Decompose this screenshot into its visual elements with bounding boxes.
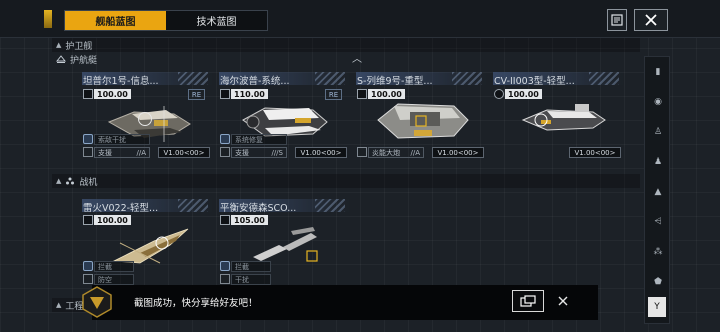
cost-icon bbox=[220, 215, 230, 225]
rank-label: //A bbox=[410, 148, 420, 157]
role-label: 支援 bbox=[98, 148, 112, 157]
collapse-triangle-icon: ▲ bbox=[56, 41, 62, 49]
card-title-stripe bbox=[178, 72, 208, 85]
skill-label: 拦截 bbox=[94, 261, 134, 272]
collapse-triangle-icon: ▲ bbox=[56, 177, 62, 185]
role-info: 支援 ///S bbox=[231, 147, 287, 158]
ship-card[interactable]: 平衡安德森SCO... 105.00 拦截 干扰 bbox=[219, 199, 350, 285]
tab-ship-blueprint[interactable]: 舰船蓝图 bbox=[65, 11, 166, 30]
rank-label: //A bbox=[136, 148, 146, 157]
toast-close-button[interactable] bbox=[554, 290, 572, 312]
ship-image bbox=[377, 103, 469, 139]
ship-name: 平衡安德森SCO... bbox=[220, 203, 297, 214]
skill-icon bbox=[220, 134, 230, 144]
role-icon bbox=[357, 147, 367, 157]
card-title-stripe bbox=[589, 72, 619, 85]
cost-icon bbox=[494, 89, 504, 99]
top-bar: 舰船蓝图 技术蓝图 bbox=[0, 0, 720, 38]
ship-name: 海尔波普-系统... bbox=[220, 76, 290, 87]
skill-label: 拦截 bbox=[231, 261, 271, 272]
close-x-icon bbox=[558, 296, 568, 306]
role-icon bbox=[220, 274, 230, 284]
role-label: 防空 bbox=[94, 274, 134, 285]
role-icon bbox=[83, 274, 93, 284]
section-fighter-label: 战机 bbox=[79, 177, 98, 188]
close-x-icon bbox=[645, 14, 657, 26]
subsection-escort-label: 护航艇 bbox=[70, 55, 98, 66]
sidebar-class-8-icon[interactable]: ⬟ bbox=[648, 271, 668, 293]
level-label: V1.00<00> bbox=[569, 147, 621, 158]
sidebar-class-4-icon[interactable]: ♟ bbox=[648, 151, 668, 173]
skill-icon bbox=[220, 261, 230, 271]
ship-name: S-列维9号-重型... bbox=[357, 76, 433, 87]
card-title-stripe bbox=[178, 199, 208, 212]
ship-name: CV-II003型-轻型... bbox=[494, 76, 575, 87]
section-frigate-header[interactable]: ▲ 护卫舰 bbox=[52, 38, 640, 52]
ship-name: 坦普尔1号-信息... bbox=[83, 76, 159, 87]
toast-message: 截图成功，快分享给好友吧！ bbox=[134, 298, 258, 309]
section-fighter-header[interactable]: ▲ 战机 bbox=[52, 174, 640, 188]
share-button[interactable] bbox=[512, 290, 544, 312]
role-label: 炎能大炮 bbox=[372, 148, 400, 157]
fighter-class-icon bbox=[66, 177, 75, 185]
ship-card[interactable]: S-列维9号-重型... 100.00 炎能大炮 //A V1.00<00> bbox=[356, 72, 487, 158]
role-icon bbox=[220, 147, 230, 157]
skill-label: 索敌干扰 bbox=[94, 134, 150, 145]
ship-card[interactable]: 坦普尔1号-信息... 100.00 RE 索敌干扰 支援 //A V1.00<… bbox=[82, 72, 213, 158]
role-info: 炎能大炮 //A bbox=[368, 147, 424, 158]
ship-image bbox=[521, 104, 606, 131]
card-title-stripe bbox=[315, 199, 345, 212]
ship-card[interactable]: 雷火V022-轻型... 100.00 拦截 防空 bbox=[82, 199, 213, 285]
collapse-triangle-icon: ▲ bbox=[56, 301, 62, 309]
sidebar-class-1-icon[interactable]: ▮ bbox=[648, 61, 668, 83]
close-button[interactable] bbox=[634, 9, 668, 31]
scroll-up-chevron-icon[interactable]: ︿ bbox=[352, 50, 362, 65]
cost-icon bbox=[83, 215, 93, 225]
level-label: V1.00<00> bbox=[432, 147, 484, 158]
share-window-icon bbox=[520, 295, 536, 307]
sidebar-class-2-icon[interactable]: ◉ bbox=[648, 91, 668, 113]
list-button[interactable] bbox=[607, 9, 627, 31]
ship-card[interactable]: CV-II003型-轻型... 100.00 V1.00<00> bbox=[493, 72, 624, 158]
sidebar-class-7-icon[interactable]: ⁂ bbox=[648, 241, 668, 263]
level-label: V1.00<00> bbox=[295, 147, 347, 158]
sidebar-class-6-icon[interactable]: ⩤ bbox=[648, 211, 668, 233]
cost-icon bbox=[220, 89, 230, 99]
card-title-stripe bbox=[315, 72, 345, 85]
role-label: 干扰 bbox=[231, 274, 271, 285]
tab-bar: 舰船蓝图 技术蓝图 bbox=[64, 10, 268, 31]
cost-icon bbox=[83, 89, 93, 99]
class-filter-sidebar: ▮ ◉ ♙ ♟ ▲ ⩤ ⁂ ⬟ Y bbox=[644, 56, 670, 324]
tab-tech-blueprint[interactable]: 技术蓝图 bbox=[166, 11, 267, 30]
skill-icon bbox=[83, 261, 93, 271]
role-label: 支援 bbox=[235, 148, 249, 157]
role-icon bbox=[83, 147, 93, 157]
skill-icon bbox=[83, 134, 93, 144]
ship-card[interactable]: 海尔波普-系统... 110.00 RE 系统修复 支援 ///S V1.00<… bbox=[219, 72, 350, 158]
sidebar-class-9-icon[interactable]: Y bbox=[648, 297, 666, 317]
skill-label: 系统修复 bbox=[231, 134, 287, 145]
target-lock-icon bbox=[138, 112, 152, 126]
list-icon bbox=[611, 14, 623, 26]
section-frigate-label: 护卫舰 bbox=[65, 41, 93, 52]
cost-icon bbox=[357, 89, 367, 99]
game-emblem-icon bbox=[82, 286, 112, 318]
escort-class-icon bbox=[56, 55, 66, 63]
role-info: 支援 //A bbox=[94, 147, 150, 158]
card-title-stripe bbox=[452, 72, 482, 85]
ship-name: 雷火V022-轻型... bbox=[83, 203, 159, 214]
sidebar-class-5-icon[interactable]: ▲ bbox=[648, 181, 668, 203]
header-marker bbox=[44, 10, 52, 28]
level-label: V1.00<00> bbox=[158, 147, 210, 158]
sidebar-class-3-icon[interactable]: ♙ bbox=[648, 121, 668, 143]
subsection-escort-header: 护航艇 bbox=[52, 52, 640, 66]
rank-label: ///S bbox=[271, 148, 283, 157]
